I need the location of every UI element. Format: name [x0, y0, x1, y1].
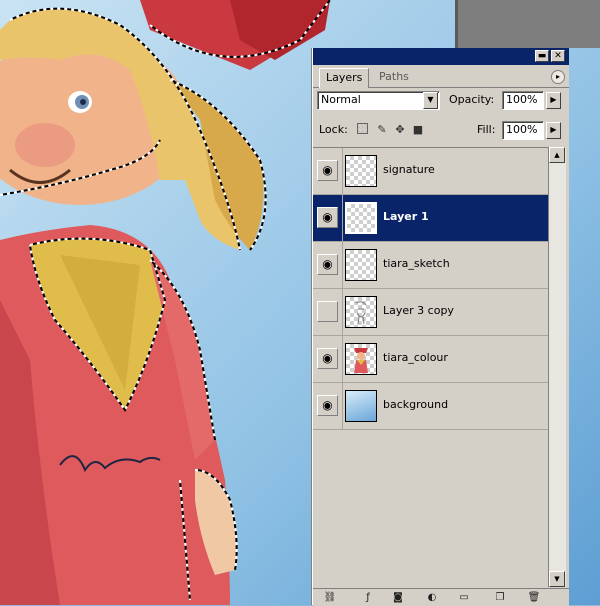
row-separator — [342, 383, 343, 429]
layer-name: signature — [383, 163, 435, 176]
colour-thumbnail-icon — [354, 348, 368, 373]
workspace-background — [455, 0, 600, 48]
fill-input[interactable]: 100% — [502, 121, 544, 140]
eye-icon[interactable]: ◉ — [317, 207, 338, 228]
layer-row-selected[interactable]: ◉ Layer 1 — [313, 195, 548, 242]
layer-thumbnail — [345, 390, 377, 422]
layer-row[interactable]: ◉ background — [313, 383, 548, 430]
layer-thumbnail — [345, 296, 377, 328]
fill-label: Fill: — [477, 123, 496, 136]
layer-row[interactable]: ◉ signature — [313, 148, 548, 195]
layer-row[interactable]: ◉ tiara_sketch — [313, 242, 548, 289]
workspace-edge — [455, 0, 458, 48]
palette-tabs: Layers Paths ▸ — [313, 65, 569, 88]
layer-row[interactable]: ◉ tiara_colour — [313, 336, 548, 383]
lock-label: Lock: — [319, 123, 348, 136]
eye-icon[interactable]: ◉ — [317, 254, 338, 275]
layers-palette[interactable]: ▬ ✕ Layers Paths ▸ Normal ▼ Opacity: 100… — [312, 48, 569, 606]
lock-transparent-icon[interactable] — [357, 123, 368, 134]
minimize-button[interactable]: ▬ — [535, 50, 549, 62]
palette-bottom-toolbar: ⛓ ƒ ◙ ◐ ▭ ❐ 🗑 — [313, 588, 569, 606]
lock-icon[interactable]: ■ — [411, 123, 425, 137]
layer-thumbnail — [345, 202, 377, 234]
layer-thumbnail — [345, 155, 377, 187]
layer-name: tiara_sketch — [383, 257, 450, 270]
opacity-input[interactable]: 100% — [502, 91, 544, 110]
blend-mode-dropdown-button[interactable]: ▼ — [423, 92, 438, 109]
layer-style-icon[interactable]: ƒ — [361, 591, 375, 604]
row-separator — [342, 242, 343, 288]
layer-name: Layer 3 copy — [383, 304, 454, 317]
mask-icon[interactable]: ◙ — [391, 591, 405, 604]
trash-icon[interactable]: 🗑 — [527, 591, 541, 604]
brush-icon[interactable]: ✎ — [375, 123, 389, 137]
row-separator — [342, 195, 343, 241]
row-separator — [342, 336, 343, 382]
layers-list: ◉ signature ◉ Layer 1 ◉ tiara_sketch Lay… — [313, 147, 548, 588]
layer-thumbnail — [345, 343, 377, 375]
sketch-thumbnail-icon — [355, 301, 367, 325]
layer-thumbnail — [345, 249, 377, 281]
opacity-slider-button[interactable]: ▶ — [546, 92, 561, 109]
lock-row: Lock: ✎ ✥ ■ Fill: 100% ▶ — [313, 120, 569, 144]
layer-name: background — [383, 398, 449, 411]
layer-name: Layer 1 — [383, 210, 429, 223]
layers-scrollbar[interactable]: ▲ ▼ — [548, 147, 566, 587]
blend-mode-select[interactable]: Normal — [317, 91, 440, 110]
blend-row: Normal ▼ Opacity: 100% ▶ — [313, 89, 569, 113]
layer-name: tiara_colour — [383, 351, 448, 364]
new-layer-icon[interactable]: ❐ — [493, 591, 507, 604]
eye-icon[interactable]: ◉ — [317, 160, 338, 181]
scroll-up-button[interactable]: ▲ — [549, 147, 565, 163]
layer-row[interactable]: Layer 3 copy — [313, 289, 548, 336]
row-separator — [342, 148, 343, 194]
fill-slider-button[interactable]: ▶ — [546, 122, 561, 139]
adjustment-icon[interactable]: ◐ — [425, 591, 439, 604]
move-icon[interactable]: ✥ — [393, 123, 407, 137]
close-button[interactable]: ✕ — [551, 50, 565, 62]
eye-icon[interactable]: ◉ — [317, 348, 338, 369]
opacity-label: Opacity: — [449, 93, 495, 106]
palette-menu-button[interactable]: ▸ — [551, 70, 565, 84]
row-separator — [342, 289, 343, 335]
folder-icon[interactable]: ▭ — [457, 591, 471, 604]
eye-icon[interactable]: ◉ — [317, 395, 338, 416]
palette-titlebar[interactable]: ▬ ✕ — [313, 48, 569, 65]
link-icon[interactable]: ⛓ — [323, 591, 337, 604]
eye-hidden-icon[interactable] — [317, 301, 338, 322]
tab-layers[interactable]: Layers — [319, 68, 370, 88]
scroll-down-button[interactable]: ▼ — [549, 571, 565, 587]
tab-paths[interactable]: Paths — [373, 68, 415, 87]
